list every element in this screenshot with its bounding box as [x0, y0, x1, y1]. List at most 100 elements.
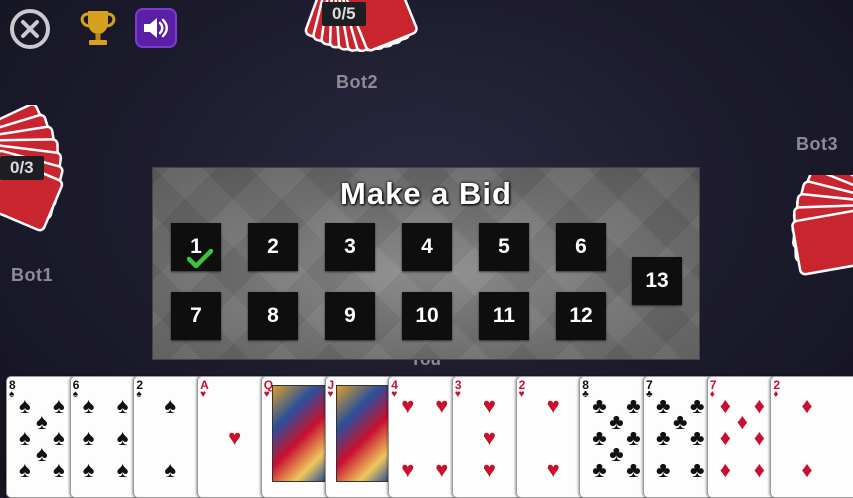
card-pip: ♥ — [482, 425, 496, 450]
bid-option-label: 7 — [190, 304, 202, 327]
bid-option-12[interactable]: 12 — [556, 292, 606, 340]
card-suit-small: ♠ — [136, 389, 142, 400]
card-pip: ♦ — [719, 457, 731, 482]
card-pip: ♠ — [116, 393, 129, 418]
bot1-name: Bot1 — [11, 265, 53, 285]
card-pip: ♠ — [53, 393, 65, 418]
card-pip: ♣ — [609, 441, 624, 466]
bid-option-3[interactable]: 3 — [325, 223, 375, 271]
card-pip: ♠ — [19, 425, 31, 450]
bid-option-10[interactable]: 10 — [402, 292, 452, 340]
card-pip: ♣ — [626, 393, 641, 418]
checkmark-icon — [187, 249, 213, 269]
card-pip: ♣ — [690, 393, 705, 418]
card-pip: ♥ — [482, 393, 496, 418]
bid-dialog-title: Make a Bid — [340, 176, 512, 211]
card-pip: ♥ — [482, 457, 496, 482]
card-pip: ♦ — [753, 425, 765, 450]
close-icon — [10, 9, 50, 49]
bid-option-label: 9 — [344, 304, 356, 327]
face-card-art — [271, 385, 326, 482]
bid-option-label: 10 — [415, 304, 439, 327]
card-suit-small: ♥ — [454, 389, 461, 400]
card-pip: ♠ — [36, 409, 48, 434]
bid-option-13[interactable]: 13 — [632, 257, 682, 305]
bot3-name: Bot3 — [796, 134, 838, 154]
card-suit-small: ♥ — [263, 389, 270, 400]
bid-option-8[interactable]: 8 — [248, 292, 298, 340]
bid-option-label: 4 — [421, 235, 433, 258]
trophy-icon — [80, 11, 116, 45]
speaker-icon — [144, 18, 168, 38]
face-card-art — [335, 385, 390, 482]
bid-option-2[interactable]: 2 — [248, 223, 298, 271]
card-pip: ♦ — [719, 425, 731, 450]
card-pip: ♠ — [82, 457, 95, 482]
card-pip: ♠ — [82, 425, 95, 450]
card-suit-small: ♦ — [709, 389, 715, 400]
bid-option-5[interactable]: 5 — [479, 223, 529, 271]
card-pip: ♠ — [19, 393, 31, 418]
card-pip: ♣ — [626, 425, 641, 450]
card-pip: ♣ — [656, 393, 671, 418]
card-pip: ♦ — [736, 409, 748, 434]
bot2-score: 0/5 — [322, 2, 366, 26]
card-suit-small: ♥ — [327, 389, 334, 400]
bid-option-7[interactable]: 7 — [171, 292, 221, 340]
card-suit-small: ♥ — [518, 389, 525, 400]
card-pip: ♥ — [435, 457, 449, 482]
bid-option-label: 6 — [575, 235, 587, 258]
card-pip: ♣ — [592, 425, 607, 450]
card-pip: ♣ — [592, 457, 607, 482]
card-pip: ♥ — [401, 393, 415, 418]
close-button[interactable] — [9, 8, 51, 50]
bid-dialog: Make a Bid 1 2 3 4 5 6 7 8 9 10 11 12 13 — [153, 168, 699, 359]
card-suit-small: ♠ — [9, 389, 15, 400]
card-suit-small: ♣ — [582, 389, 589, 400]
card-suit-small: ♣ — [646, 389, 653, 400]
card-pip: ♠ — [116, 425, 129, 450]
card-pip: ♣ — [609, 409, 624, 434]
card-pip: ♠ — [19, 457, 31, 482]
card-pip: ♣ — [592, 393, 607, 418]
card-pip: ♠ — [164, 457, 177, 482]
card-pip: ♠ — [164, 393, 177, 418]
card-pip: ♣ — [626, 457, 641, 482]
card-pip: ♣ — [673, 409, 688, 434]
card-pip: ♦ — [753, 393, 765, 418]
bot2-name: Bot2 — [336, 72, 378, 92]
card-pip: ♣ — [690, 425, 705, 450]
bid-option-1[interactable]: 1 — [171, 223, 221, 271]
card-pip: ♦ — [801, 393, 813, 418]
card-pip: ♠ — [36, 441, 48, 466]
bid-option-6[interactable]: 6 — [556, 223, 606, 271]
card-pip: ♣ — [656, 425, 671, 450]
card-pip: ♥ — [546, 457, 560, 482]
bid-option-label: 5 — [498, 235, 510, 258]
bid-option-9[interactable]: 9 — [325, 292, 375, 340]
card-pip: ♣ — [656, 457, 671, 482]
card-suit-small: ♥ — [200, 389, 207, 400]
card-pip: ♥ — [546, 393, 560, 418]
card-pip: ♠ — [53, 457, 65, 482]
bid-option-label: 11 — [492, 304, 516, 327]
bid-option-4[interactable]: 4 — [402, 223, 452, 271]
card-pip: ♥ — [401, 457, 415, 482]
bid-option-label: 2 — [267, 235, 279, 258]
card-suit-small: ♥ — [391, 389, 398, 400]
leaderboard-button[interactable] — [76, 6, 120, 50]
card-pip: ♣ — [690, 457, 705, 482]
card-pip: ♦ — [719, 393, 731, 418]
sound-toggle-button[interactable] — [135, 8, 177, 48]
card-pip: ♥ — [228, 425, 242, 450]
bid-option-label: 8 — [267, 304, 279, 327]
card-pip: ♦ — [753, 457, 765, 482]
card-pip: ♠ — [82, 393, 95, 418]
card-suit-small: ♦ — [773, 389, 779, 400]
card-pip: ♠ — [53, 425, 65, 450]
bot3-card-fan — [791, 175, 853, 276]
card-pip: ♦ — [801, 457, 813, 482]
bid-option-label: 12 — [569, 304, 593, 327]
bot1-score: 0/3 — [0, 156, 44, 180]
bid-option-11[interactable]: 11 — [479, 292, 529, 340]
